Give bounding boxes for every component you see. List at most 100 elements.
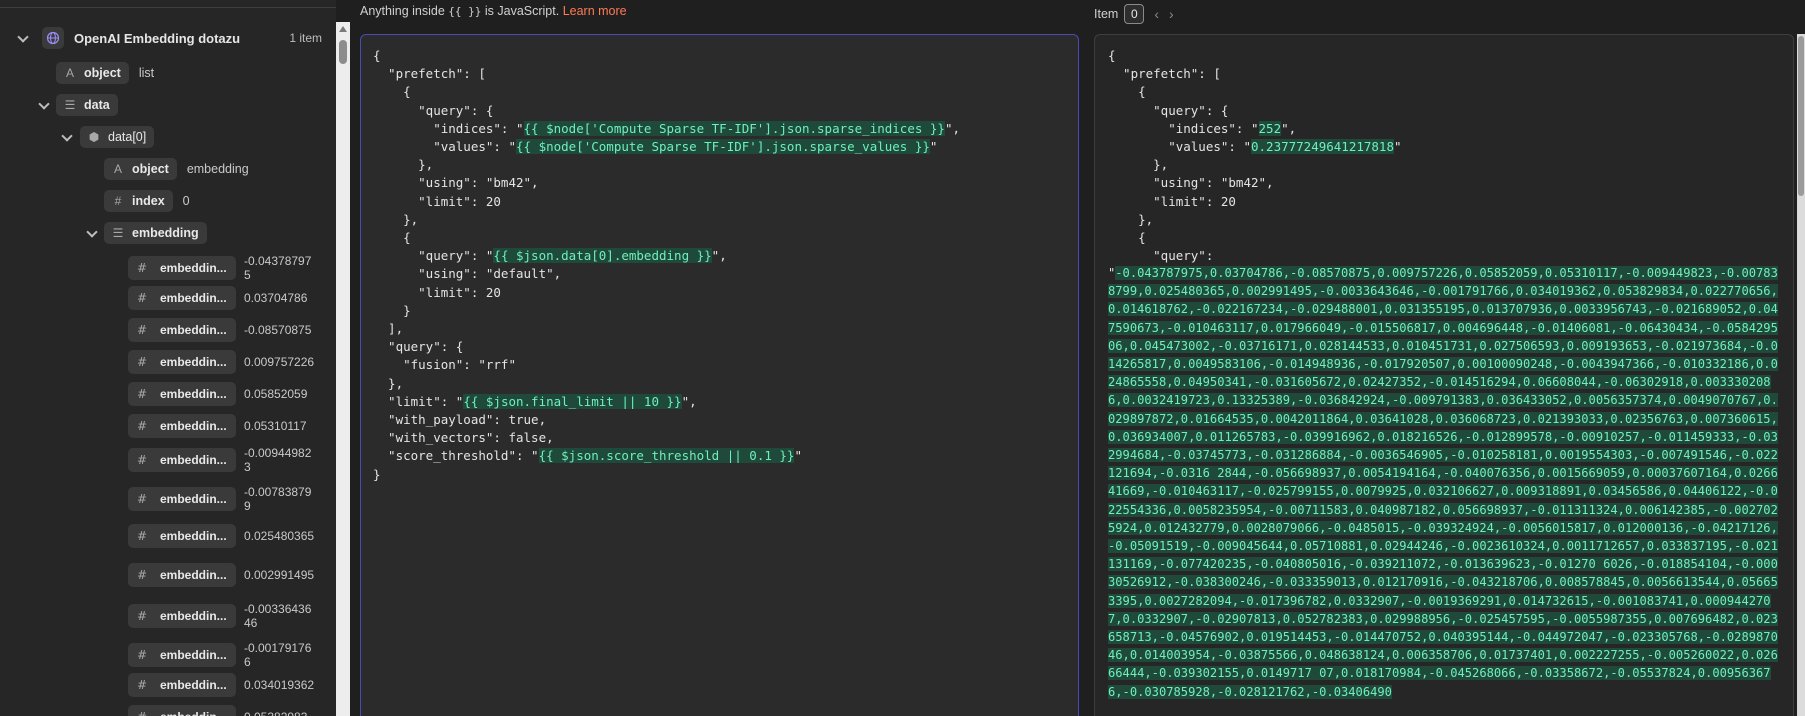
embedding-item-row[interactable]: # embeddin... -0.007838799 xyxy=(128,485,316,513)
code-token: } xyxy=(373,302,411,318)
editor-code[interactable]: { "prefetch": [ { "query": { "indices": … xyxy=(373,47,960,484)
item-count: 1 item xyxy=(289,31,322,45)
code-line: "using": "bm42", xyxy=(1108,174,1402,192)
code-token: { xyxy=(1108,230,1146,246)
hint-suffix: is JavaScript. xyxy=(484,4,560,18)
json-body-editor[interactable]: { "prefetch": [ { "query": { "indices": … xyxy=(360,34,1079,716)
schema-panel: OpenAI Embedding dotazu 1 item A object … xyxy=(0,0,336,716)
code-token: "query": { xyxy=(373,339,464,355)
left-scrollbar[interactable] xyxy=(336,22,350,716)
field-inner-object[interactable]: A object embedding xyxy=(104,158,249,180)
field-pill[interactable]: # embeddin... xyxy=(128,563,236,587)
code-token: { xyxy=(373,48,381,63)
scrollbar-thumb[interactable] xyxy=(1798,36,1804,196)
field-name: embeddin... xyxy=(160,648,227,662)
field-pill[interactable]: ☰ embedding xyxy=(104,222,207,244)
expression-token: 0.23777249641217818 xyxy=(1251,139,1394,155)
embedding-item-row[interactable]: # embeddin... -0.0033643646 xyxy=(128,602,316,630)
field-object[interactable]: A object list xyxy=(56,62,154,84)
item-navigator: Item 0 ‹ › xyxy=(1094,4,1174,24)
field-pill[interactable]: # embeddin... xyxy=(128,673,236,697)
embedding-item-row[interactable]: # embeddin... 0.05382983 xyxy=(128,705,316,716)
code-token: "limit": 20 xyxy=(373,284,501,300)
chevron-down-icon[interactable] xyxy=(60,130,74,144)
scroll-up-icon[interactable] xyxy=(339,26,347,32)
field-name: embeddin... xyxy=(160,419,227,433)
field-pill[interactable]: # index xyxy=(104,190,173,212)
code-token: { xyxy=(1108,84,1146,100)
field-pill[interactable]: # embeddin... xyxy=(128,350,236,374)
right-scrollbar[interactable] xyxy=(1797,34,1805,716)
number-type-icon: # xyxy=(136,387,148,401)
item-index-input[interactable]: 0 xyxy=(1124,4,1145,24)
code-token: "values": " xyxy=(1108,139,1251,155)
embedding-item-row[interactable]: # embeddin... 0.034019362 xyxy=(128,673,316,697)
code-line: "limit": 20 xyxy=(1108,193,1402,211)
field-pill[interactable]: # embeddin... xyxy=(128,604,236,628)
scrollbar-thumb[interactable] xyxy=(339,40,347,64)
field-value: -0.0033643646 xyxy=(244,602,312,630)
field-pill[interactable]: # embeddin... xyxy=(128,524,236,548)
field-pill[interactable]: ⬢ data[0] xyxy=(80,126,155,148)
learn-more-link[interactable]: Learn more xyxy=(563,4,627,18)
field-value: 0.05310117 xyxy=(244,419,307,433)
list-icon: ☰ xyxy=(112,226,124,240)
code-token: "query": xyxy=(1108,248,1214,264)
code-token: "limit": 20 xyxy=(1108,193,1236,209)
embedding-item-row[interactable]: # embeddin... -0.08570875 xyxy=(128,318,316,342)
embedding-item-row[interactable]: # embeddin... 0.025480365 xyxy=(128,524,316,548)
field-pill[interactable]: # embeddin... xyxy=(128,705,236,716)
field-name: embeddin... xyxy=(160,609,227,623)
field-data[interactable]: ☰ data xyxy=(37,94,118,116)
chevron-right-icon[interactable]: › xyxy=(1169,6,1174,22)
field-pill[interactable]: # embeddin... xyxy=(128,487,236,511)
code-line: "score_threshold": "{{ $json.score_thres… xyxy=(373,447,960,465)
node-title: OpenAI Embedding dotazu xyxy=(74,30,241,46)
embedding-item-row[interactable]: # embeddin... -0.043787975 xyxy=(128,254,316,282)
code-line: "fusion": "rrf" xyxy=(373,356,960,374)
code-token: " xyxy=(929,139,938,155)
field-index[interactable]: # index 0 xyxy=(104,190,190,212)
embedding-item-row[interactable]: # embeddin... 0.009757226 xyxy=(128,350,316,374)
field-data-0[interactable]: ⬢ data[0] xyxy=(60,126,155,148)
embedding-item-row[interactable]: # embeddin... 0.05310117 xyxy=(128,414,316,438)
field-value: 0.03704786 xyxy=(244,291,308,305)
chevron-down-icon[interactable] xyxy=(37,98,51,112)
field-pill[interactable]: # embeddin... xyxy=(128,318,236,342)
code-line: "limit": 20 xyxy=(373,284,960,302)
panel-header-edge xyxy=(0,0,336,8)
code-line: { xyxy=(1108,47,1402,65)
field-pill[interactable]: # embeddin... xyxy=(128,382,236,406)
expression-token: {{ $json.final_limit || 10 }} xyxy=(463,393,682,409)
chevron-down-icon[interactable] xyxy=(85,226,99,240)
embedding-item-row[interactable]: # embeddin... -0.009449823 xyxy=(128,446,316,474)
number-type-icon: # xyxy=(136,492,148,506)
embedding-item-row[interactable]: # embeddin... 0.002991495 xyxy=(128,563,316,587)
field-name: embeddin... xyxy=(160,529,227,543)
field-value: -0.001791766 xyxy=(244,641,312,669)
code-token: ", xyxy=(1281,120,1297,136)
field-pill[interactable]: ☰ data xyxy=(56,94,118,116)
field-pill[interactable]: # embeddin... xyxy=(128,256,236,280)
embedding-item-row[interactable]: # embeddin... -0.001791766 xyxy=(128,641,316,669)
field-name: embedding xyxy=(132,226,199,240)
field-pill[interactable]: A object xyxy=(56,62,129,84)
chevron-left-icon[interactable]: ‹ xyxy=(1154,6,1159,22)
field-pill[interactable]: # embeddin... xyxy=(128,448,236,472)
embedding-values: -0.043787975,0.03704786,-0.08570875,0.00… xyxy=(1108,266,1778,699)
field-pill[interactable]: # embeddin... xyxy=(128,643,236,667)
embedding-item-row[interactable]: # embeddin... 0.03704786 xyxy=(128,286,316,310)
root-node-row[interactable]: OpenAI Embedding dotazu 1 item xyxy=(16,27,336,49)
code-token: "using": "bm42", xyxy=(373,175,539,191)
field-pill[interactable]: # embeddin... xyxy=(128,414,236,438)
field-name: index xyxy=(132,194,165,208)
code-line: "limit": "{{ $json.final_limit || 10 }}"… xyxy=(373,393,960,411)
field-embedding[interactable]: ☰ embedding xyxy=(85,222,207,244)
chevron-down-icon[interactable] xyxy=(16,31,30,45)
code-line: "query": { xyxy=(373,102,960,120)
field-pill[interactable]: # embeddin... xyxy=(128,286,236,310)
hint-prefix: Anything inside xyxy=(360,4,445,18)
field-pill[interactable]: A object xyxy=(104,158,177,180)
embedding-item-row[interactable]: # embeddin... 0.05852059 xyxy=(128,382,316,406)
number-type-icon: # xyxy=(136,678,148,692)
